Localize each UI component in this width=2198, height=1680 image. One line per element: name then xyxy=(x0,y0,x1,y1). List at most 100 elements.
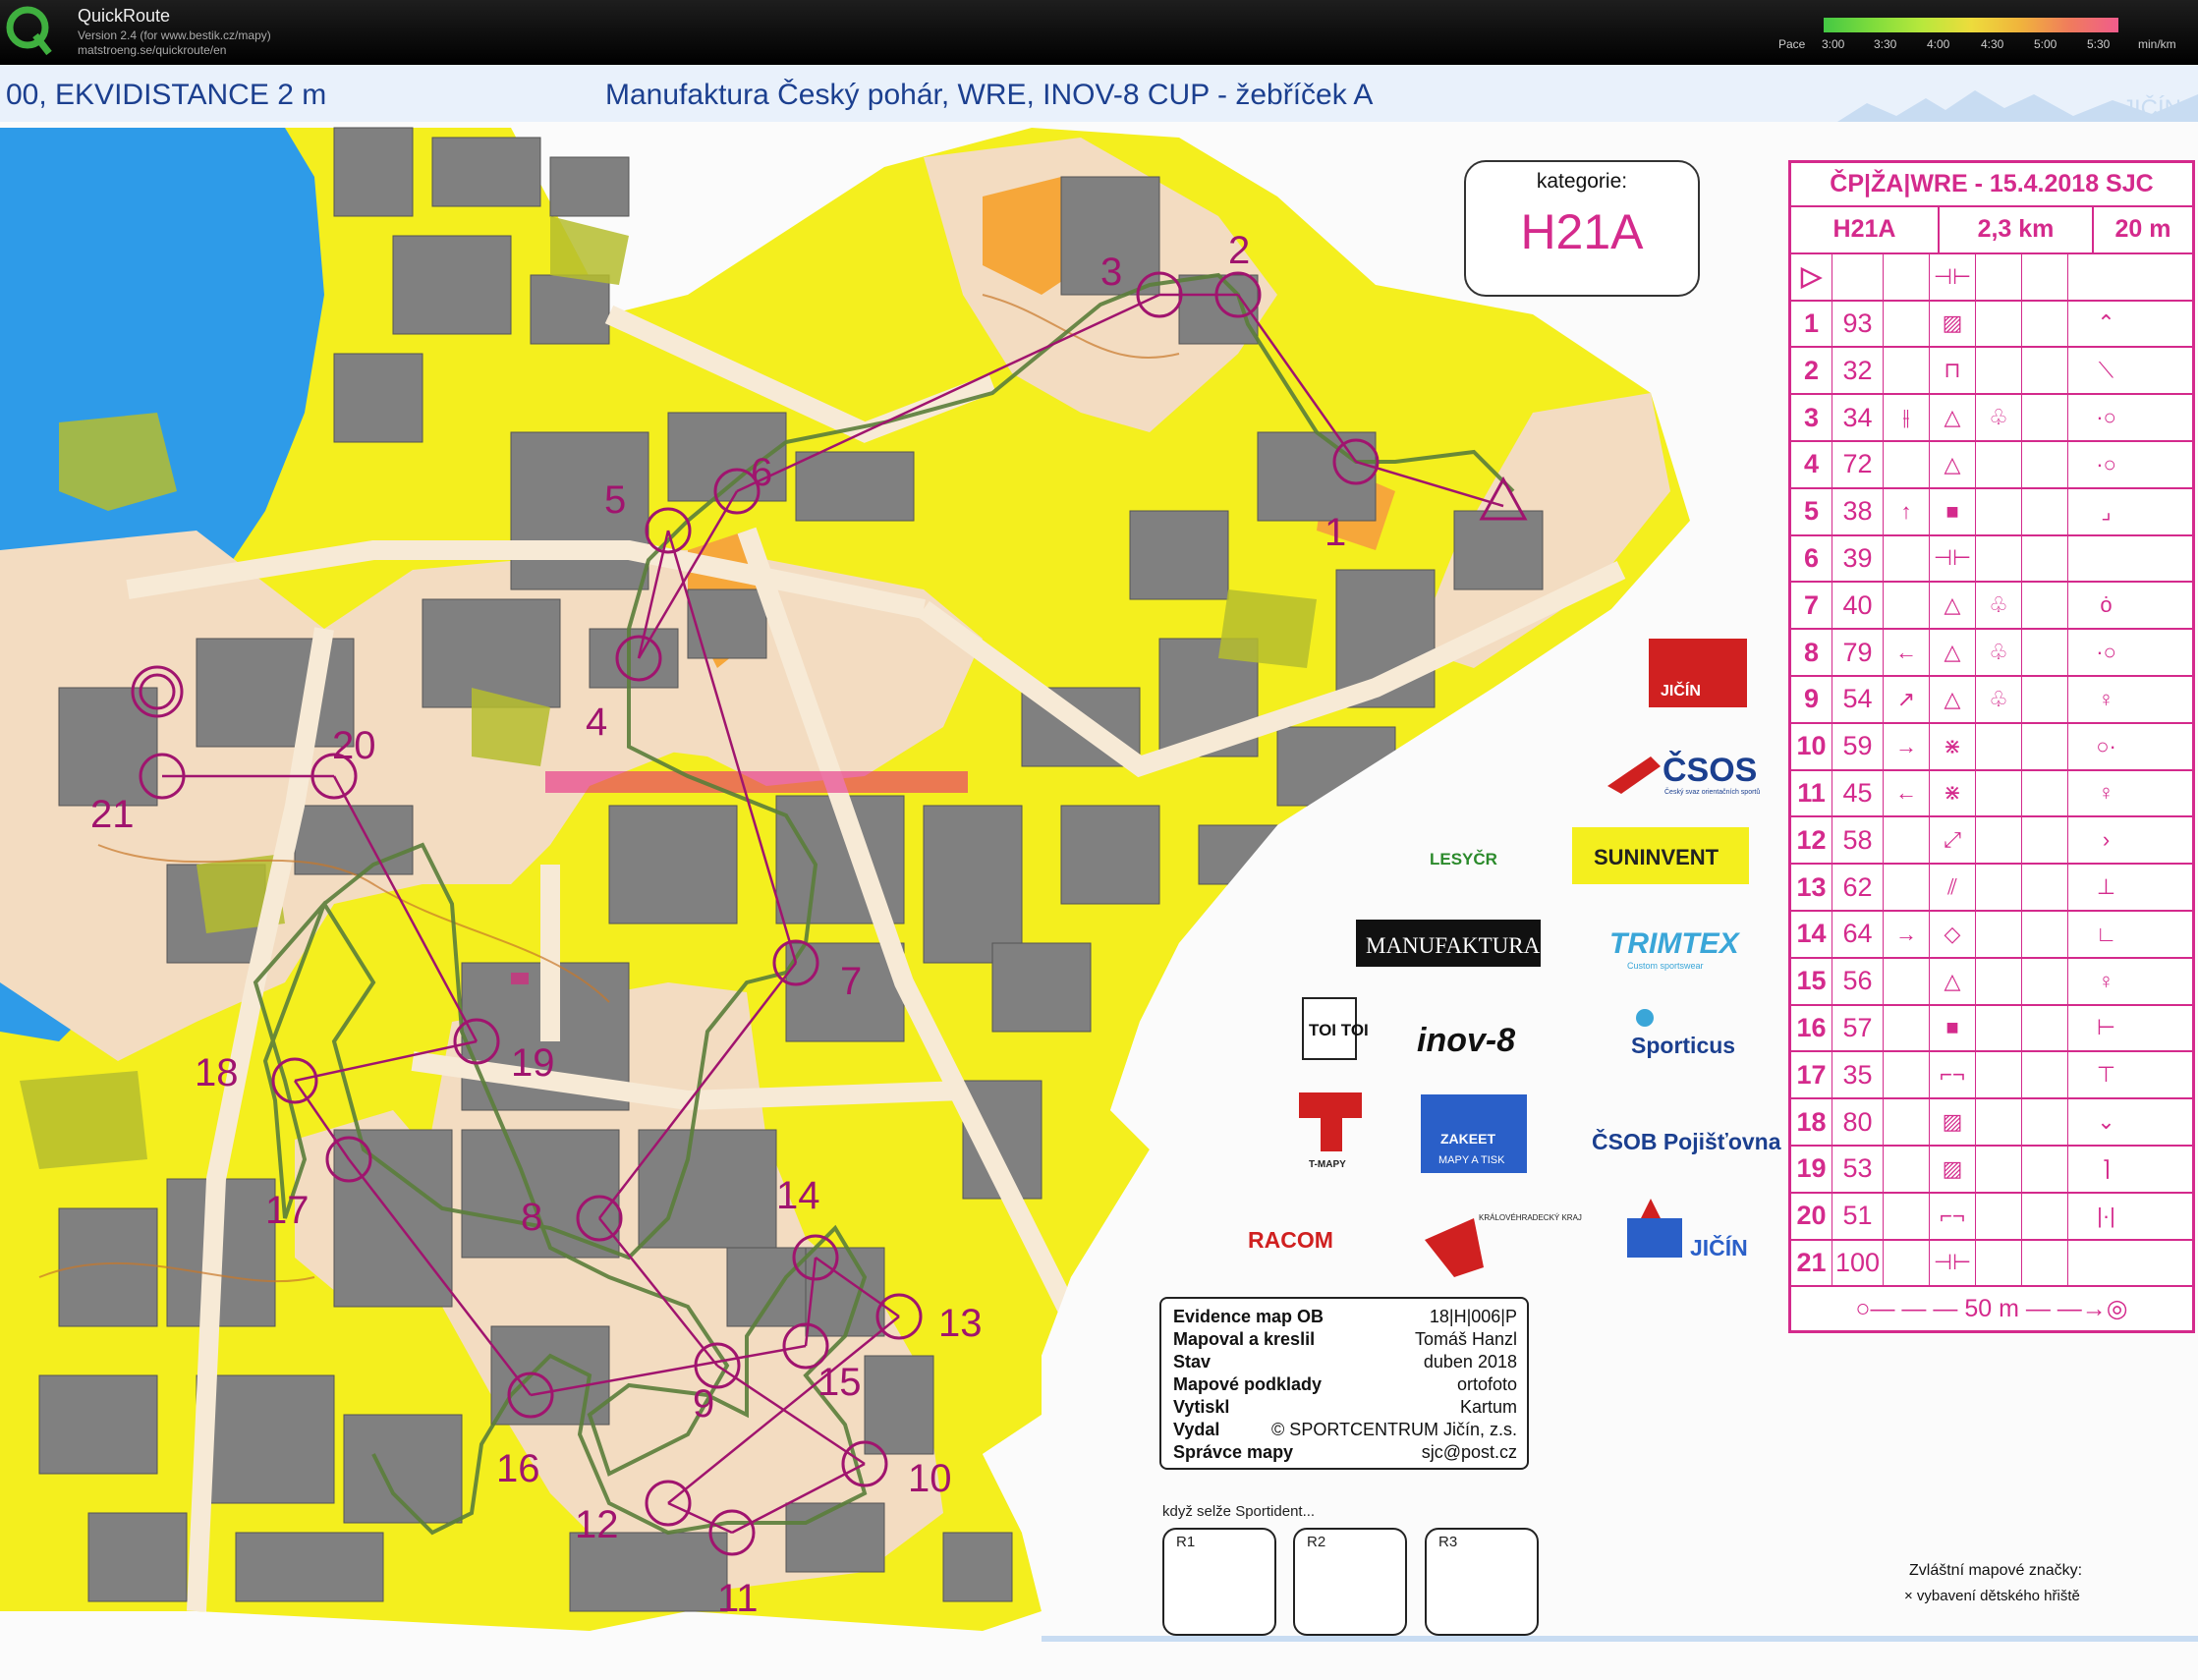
column-e-appearance xyxy=(1976,723,2022,769)
control-code: 35 xyxy=(1832,1052,1884,1098)
column-g-location: ȯ xyxy=(2100,592,2113,618)
control-order-number: 7 xyxy=(1791,583,1832,629)
column-e-appearance xyxy=(1976,958,2022,1004)
si-backup-box: R2 xyxy=(1293,1528,1407,1636)
control-number: 2 xyxy=(1228,229,1250,272)
info-row: Vydal © SPORTCENTRUM Jičín, z.s. xyxy=(1173,1420,1517,1439)
control-code: 80 xyxy=(1832,1099,1884,1145)
lesycr-logo: LESYČR xyxy=(1430,850,1497,868)
description-control-row: 8 79 ← △ ♧ ·○ xyxy=(1791,630,2192,677)
control-order-number: 21 xyxy=(1791,1240,1832,1286)
control-order-number: 14 xyxy=(1791,911,1832,957)
control-code: 100 xyxy=(1832,1240,1884,1286)
pace-tick: 3:30 xyxy=(1874,37,1897,51)
suninvent-logo-text: SUNINVENT xyxy=(1594,845,1719,869)
description-control-row: 5 38 ↑ ■ ⌟ xyxy=(1791,488,2192,536)
column-d-feature: ⤢ xyxy=(1930,817,1976,864)
control-order-number: 17 xyxy=(1791,1052,1832,1098)
control-number: 12 xyxy=(575,1503,619,1546)
category-value: H21A xyxy=(1520,204,1644,259)
column-f-dimension xyxy=(2022,1099,2068,1145)
racom-logo: RACOM xyxy=(1248,1227,1333,1253)
column-e-appearance xyxy=(1976,301,2022,347)
column-g-location: ·○ xyxy=(2096,451,2116,476)
column-g-location xyxy=(2068,536,2144,582)
tmapy-logo-text: T-MAPY xyxy=(1309,1159,1346,1170)
column-f-dimension xyxy=(2022,770,2068,816)
column-g-location: ·○ xyxy=(2096,640,2116,665)
control-code: 57 xyxy=(1832,1005,1884,1051)
control-number: 11 xyxy=(717,1577,759,1620)
description-control-row: 15 56 △ ♀ xyxy=(1791,958,2192,1006)
manufaktura-logo-text: MANUFAKTURA xyxy=(1366,933,1541,958)
csos-logo-text: ČSOS xyxy=(1663,751,1757,789)
control-order-number: 11 xyxy=(1791,770,1832,816)
description-finish-row: ○— — — 50 m — —→◎ xyxy=(1855,1295,2128,1323)
control-number: 20 xyxy=(332,724,376,767)
description-title: ČP|ŽA|WRE - 15.4.2018 SJC xyxy=(1791,163,2192,207)
map-corner-brand: JIČÍN xyxy=(2122,94,2181,122)
description-control-row: 11 45 ← ⋇ ♀ xyxy=(1791,770,2192,818)
column-f-dimension xyxy=(2022,723,2068,769)
control-code: 32 xyxy=(1832,348,1884,394)
quickroute-logo-icon xyxy=(6,6,52,56)
column-e-appearance: ♧ xyxy=(1976,583,2022,629)
control-number: 5 xyxy=(604,478,626,522)
zakeet-logo: ZAKEET MAPY A TISK xyxy=(1421,1094,1527,1173)
column-g-location: ♀ xyxy=(2098,686,2114,711)
column-c-which xyxy=(1884,348,1930,394)
description-control-row: 10 59 → ⋇ ○· xyxy=(1791,723,2192,771)
column-d-feature: ⋇ xyxy=(1930,723,1976,769)
column-d-feature: △ xyxy=(1930,676,1976,722)
column-g-location: ·○ xyxy=(2096,405,2116,430)
control-number: 16 xyxy=(496,1447,540,1490)
csob-logo: ČSOB Pojišťovna xyxy=(1592,1128,1781,1154)
control-order-number: 13 xyxy=(1791,865,1832,910)
map-header-center: Manufaktura Český pohár, WRE, INOV-8 CUP… xyxy=(605,78,1373,111)
info-row: Vytiskl Kartum xyxy=(1173,1397,1517,1417)
trimtex-logo-sub: Custom sportswear xyxy=(1627,961,1704,971)
column-g-location: ○· xyxy=(2096,733,2116,758)
app-name: QuickRoute xyxy=(78,6,171,26)
control-number: 13 xyxy=(938,1302,983,1345)
pace-color-scale[interactable] xyxy=(1824,18,2118,32)
column-d-feature: △ xyxy=(1930,583,1976,629)
sporticus-figure-icon xyxy=(1636,1009,1654,1027)
column-c-which xyxy=(1884,441,1930,487)
column-g-location: ⊤ xyxy=(2096,1062,2116,1088)
manufaktura-logo: MANUFAKTURA xyxy=(1356,920,1541,967)
pace-tick: 4:00 xyxy=(1927,37,1950,51)
column-c-which: ↗ xyxy=(1884,676,1930,722)
column-e-appearance xyxy=(1976,535,2022,582)
column-c-which: ⫲ xyxy=(1884,395,1930,440)
column-d-feature: ▨ xyxy=(1930,1146,1976,1192)
column-c-which xyxy=(1884,301,1930,347)
column-g-location: ⟍ xyxy=(2098,358,2114,383)
column-d-feature: ▨ xyxy=(1930,1099,1976,1145)
description-control-row: 18 80 ▨ ⌄ xyxy=(1791,1099,2192,1147)
column-e-appearance xyxy=(1976,348,2022,394)
csos-logo-sub: Český svaz orientačních sportů xyxy=(1664,787,1760,796)
column-f-dimension xyxy=(2022,1005,2068,1051)
column-g-location: ∟ xyxy=(2095,921,2117,946)
info-row: Evidence map OB 18|H|006|P xyxy=(1173,1307,1517,1326)
column-c-which: ← xyxy=(1884,770,1930,816)
app-url: matstroeng.se/quickroute/en xyxy=(78,43,227,57)
description-control-row: 6 39 ⊣⊢ xyxy=(1791,535,2192,584)
column-d-feature: ⫽ xyxy=(1930,865,1976,910)
control-order-number: 20 xyxy=(1791,1193,1832,1239)
description-control-row: 17 35 ⌐¬ ⊤ xyxy=(1791,1052,2192,1100)
column-e-appearance xyxy=(1976,770,2022,816)
suninvent-logo: SUNINVENT xyxy=(1572,827,1749,884)
description-length: 2,3 km xyxy=(1940,207,2094,252)
column-g-location: ♀ xyxy=(2098,780,2114,806)
column-c-which xyxy=(1884,1193,1930,1239)
control-code: 34 xyxy=(1832,395,1884,440)
control-code: 45 xyxy=(1832,770,1884,816)
control-number: 19 xyxy=(511,1041,555,1085)
control-number: 9 xyxy=(693,1382,714,1426)
column-g-location: ♀ xyxy=(2098,968,2114,993)
column-g-location: ⊥ xyxy=(2096,874,2116,900)
jicin-city-logo-text: JIČÍN xyxy=(1690,1234,1748,1260)
control-number: 1 xyxy=(1324,511,1346,554)
